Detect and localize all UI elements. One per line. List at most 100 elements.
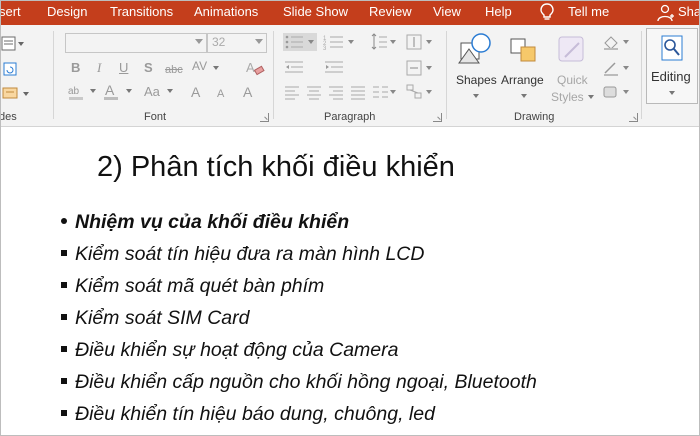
bullet-text: Điều khiển cấp nguồn cho khối hồng ngoại… <box>75 371 537 393</box>
justify-icon[interactable] <box>349 83 367 101</box>
square-bullet-icon <box>61 409 67 416</box>
group-separator <box>446 31 447 119</box>
chevron-down-icon <box>213 66 219 70</box>
bullet-text: Điều khiển tín hiệu báo dung, chuông, le… <box>75 403 435 425</box>
bullet-text: Kiểm soát SIM Card <box>75 307 250 329</box>
ribbon-tab-bar: sert Design Transitions Animations Slide… <box>1 1 699 25</box>
square-bullet-icon <box>61 313 67 320</box>
paragraph-group-label: Paragraph <box>324 111 376 123</box>
powerpoint-window: sert Design Transitions Animations Slide… <box>0 0 700 436</box>
shapes-label: Shapes <box>456 73 497 87</box>
smartart-icon[interactable] <box>405 83 433 101</box>
text-color-button[interactable]: A <box>243 84 252 100</box>
slide-title[interactable]: 2) Phân tích khối điều khiển <box>97 151 455 184</box>
strikethrough-button[interactable]: abc <box>165 62 183 78</box>
columns-icon[interactable] <box>371 83 397 101</box>
align-left-icon[interactable] <box>283 83 301 101</box>
square-bullet-icon <box>61 377 67 384</box>
bullet-item[interactable]: Kiểm soát SIM Card <box>61 307 249 335</box>
increase-indent-icon[interactable] <box>323 59 357 77</box>
bullet-heading[interactable]: Nhiệm vụ của khối điều khiển <box>61 211 349 239</box>
tab-design[interactable]: Design <box>47 4 87 20</box>
ribbon-home: des 32 B I U S abc AV A ab A Aa A A A Fo… <box>0 25 699 127</box>
tab-review[interactable]: Review <box>369 4 412 20</box>
highlight-icon[interactable]: ab <box>67 82 91 102</box>
group-separator <box>273 31 274 119</box>
decrease-font-size-button[interactable]: A <box>217 86 224 102</box>
bullet-text: Kiểm soát mã quét bàn phím <box>75 275 325 297</box>
bullet-item[interactable]: Điều khiển sự hoạt động của Camera <box>61 339 398 367</box>
tab-help[interactable]: Help <box>485 4 512 20</box>
chevron-down-icon <box>669 91 675 95</box>
align-text-icon[interactable] <box>405 59 433 77</box>
bullet-text: Nhiệm vụ của khối điều khiển <box>75 211 350 233</box>
slides-group-label: des <box>0 111 17 123</box>
clear-formatting-icon[interactable]: A <box>245 59 267 77</box>
font-dialog-launcher-icon[interactable] <box>260 113 269 122</box>
square-bullet-icon <box>61 345 67 352</box>
quick-styles-icon[interactable] <box>555 33 589 69</box>
underline-button[interactable]: U <box>119 60 128 76</box>
tell-me-search[interactable]: Tell me <box>568 4 609 20</box>
svg-text:3: 3 <box>323 46 327 51</box>
italic-button[interactable]: I <box>97 60 101 76</box>
bullet-item[interactable]: Kiểm soát mã quét bàn phím <box>61 275 324 303</box>
text-direction-icon[interactable] <box>405 33 433 51</box>
svg-text:A: A <box>105 82 115 98</box>
reset-slide-icon[interactable] <box>1 61 25 79</box>
drawing-dialog-launcher-icon[interactable] <box>629 113 638 122</box>
chevron-down-icon <box>126 89 132 93</box>
line-spacing-icon[interactable] <box>369 33 397 51</box>
bold-button[interactable]: B <box>71 60 80 76</box>
bullets-icon[interactable] <box>283 33 317 51</box>
square-bullet-icon <box>61 249 67 256</box>
tab-transitions[interactable]: Transitions <box>110 4 173 20</box>
font-size-dropdown[interactable]: 32 <box>207 33 267 53</box>
paragraph-dialog-launcher-icon[interactable] <box>433 113 442 122</box>
editing-label: Editing <box>651 69 691 84</box>
chevron-down-icon <box>90 89 96 93</box>
tab-animations[interactable]: Animations <box>194 4 258 20</box>
font-name-dropdown[interactable] <box>65 33 207 53</box>
section-icon[interactable] <box>1 85 31 103</box>
tab-slide-show[interactable]: Slide Show <box>283 4 348 20</box>
font-color-icon[interactable]: A <box>101 82 123 102</box>
bullet-item[interactable]: Điều khiển cấp nguồn cho khối hồng ngoại… <box>61 371 537 399</box>
decrease-indent-icon[interactable] <box>283 59 317 77</box>
round-bullet-icon <box>61 217 67 224</box>
character-spacing-button[interactable]: AV <box>192 58 207 74</box>
align-center-icon[interactable] <box>305 83 323 101</box>
shape-fill-icon[interactable] <box>601 33 631 51</box>
share-person-icon <box>657 4 675 22</box>
quick-styles-label-2: Styles <box>551 90 584 104</box>
bullet-item[interactable]: Kiểm soát tín hiệu đưa ra màn hình LCD <box>61 243 424 271</box>
find-magnifier-icon <box>661 35 683 61</box>
lightbulb-icon <box>539 3 555 21</box>
chevron-down-icon <box>521 94 527 98</box>
svg-text:A: A <box>246 60 255 75</box>
arrange-icon[interactable] <box>507 31 543 71</box>
shape-effects-icon[interactable] <box>601 83 631 101</box>
chevron-down-icon <box>588 95 594 99</box>
numbering-icon[interactable]: 123 <box>323 33 357 51</box>
chevron-down-icon <box>167 89 173 93</box>
tab-insert[interactable]: sert <box>1 4 21 20</box>
square-bullet-icon <box>61 281 67 288</box>
increase-font-size-button[interactable]: A <box>191 84 200 100</box>
shapes-icon[interactable] <box>457 31 495 71</box>
text-shadow-button[interactable]: S <box>144 60 153 76</box>
tab-view[interactable]: View <box>433 4 461 20</box>
shape-outline-icon[interactable] <box>601 59 631 77</box>
change-case-button[interactable]: Aa <box>144 84 160 100</box>
slide-canvas[interactable]: 2) Phân tích khối điều khiển Nhiệm vụ củ… <box>1 127 699 435</box>
bullet-item[interactable]: Điều khiển tín hiệu báo dung, chuông, le… <box>61 403 435 431</box>
align-right-icon[interactable] <box>327 83 345 101</box>
font-size-value: 32 <box>212 35 226 49</box>
editing-button[interactable]: Editing <box>646 28 698 104</box>
svg-text:ab: ab <box>68 86 80 97</box>
layout-icon[interactable] <box>1 35 25 53</box>
font-group-label: Font <box>144 111 167 123</box>
share-button[interactable]: Sha <box>678 4 699 20</box>
drawing-group-label: Drawing <box>514 111 555 123</box>
chevron-down-icon <box>255 39 263 44</box>
